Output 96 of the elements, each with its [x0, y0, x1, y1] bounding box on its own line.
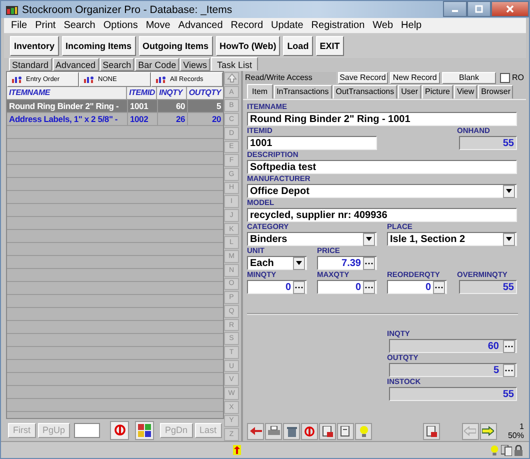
ro-label: RO [512, 73, 524, 82]
input-field[interactable]: Softpedia test [247, 160, 517, 174]
menu-item[interactable]: Search [60, 18, 100, 33]
record-tab[interactable]: OutTransactions [332, 85, 398, 99]
arrow-right-icon[interactable] [480, 422, 497, 440]
table-cell-text: 20 [210, 113, 222, 125]
ellipsis-icon[interactable] [503, 364, 515, 376]
input-field: 55 [389, 387, 517, 401]
lightbulb-icon[interactable] [355, 422, 372, 440]
zoom-level: 50% [508, 431, 524, 440]
record-tab[interactable]: User [398, 85, 422, 99]
input-field[interactable]: 5 [389, 363, 517, 377]
toolbar-button[interactable]: EXIT [316, 36, 344, 56]
menu-item[interactable]: Print [31, 18, 60, 33]
mode-tab[interactable]: Standard [9, 58, 52, 71]
ellipsis-icon[interactable] [503, 340, 515, 352]
lightbulb-icon [490, 444, 499, 456]
toolbar-button[interactable]: Incoming Items [62, 36, 136, 56]
document-icon[interactable] [319, 422, 336, 440]
dropdown-field[interactable]: Each [247, 256, 307, 270]
column-header[interactable]: INQTY [157, 87, 187, 99]
toolbar-button[interactable]: Load [283, 36, 313, 56]
dropdown-field[interactable]: Office Depot [247, 184, 517, 198]
input-field: 55 [459, 136, 517, 150]
menu-item[interactable]: Options [99, 18, 142, 33]
menu-item[interactable]: File [7, 18, 32, 33]
menu-item[interactable]: Update [267, 18, 308, 33]
mode-tab[interactable]: Advanced [52, 58, 99, 71]
menu-item[interactable]: Move [142, 18, 174, 33]
record-tab[interactable]: Browser [478, 85, 514, 99]
ellipsis-icon[interactable] [363, 280, 375, 294]
document-icon[interactable] [337, 422, 354, 440]
record-button[interactable]: Blank [442, 72, 496, 84]
dropdown-field[interactable]: Binders [247, 232, 377, 246]
input-field[interactable]: 1001 [247, 136, 377, 150]
column-header[interactable]: ITEMID [127, 87, 158, 99]
menu-item[interactable]: Web [368, 18, 398, 33]
table-cell: 26 [158, 113, 188, 125]
input-field[interactable]: 0 [387, 280, 447, 294]
toolbar-button[interactable]: Outgoing Items [138, 36, 213, 56]
dropdown-field[interactable]: Isle 1, Section 2 [387, 232, 517, 246]
maximize-icon [474, 5, 484, 13]
color-grid-icon[interactable] [135, 420, 154, 440]
ro-checkbox[interactable] [500, 72, 510, 82]
record-tab[interactable]: InTransactions [274, 85, 332, 99]
mode-tab[interactable]: Search [100, 58, 134, 71]
table-cell: 1002 [128, 113, 158, 125]
documents-icon [501, 444, 512, 456]
mode-tab[interactable]: Bar Code [135, 58, 180, 71]
input-field[interactable]: Round Ring Binder 2" Ring - 1001 [247, 112, 517, 126]
close-icon [505, 5, 515, 13]
input-field[interactable]: 60 [389, 339, 517, 353]
column-header[interactable]: OUTQTY [186, 87, 223, 99]
record-tab[interactable]: Picture [422, 85, 453, 99]
ellipsis-icon[interactable] [433, 280, 445, 294]
record-tab[interactable]: Item [247, 84, 273, 99]
app-icon [6, 4, 18, 16]
input-field: 55 [459, 280, 517, 294]
toolbar-button[interactable]: HowTo (Web) [216, 36, 280, 56]
record-tab[interactable]: View [454, 85, 478, 99]
window-title: Stockroom Organizer Pro - Database: _Items [22, 4, 232, 16]
menu-item[interactable]: Registration [307, 18, 369, 33]
ellipsis-icon[interactable] [363, 256, 375, 270]
table-cell: 60 [158, 100, 188, 112]
sort-icon [156, 76, 166, 83]
sort-icon [84, 76, 94, 83]
table-cell-text: 5 [215, 100, 222, 112]
trash-icon[interactable] [283, 422, 300, 440]
record-button[interactable]: Save Record [338, 72, 388, 84]
lock-icon [514, 444, 523, 456]
record-button[interactable]: New Record [390, 72, 440, 84]
record-position: 1 [520, 422, 524, 431]
maximize-button[interactable] [467, 1, 491, 17]
input-field[interactable]: 7.39 [317, 256, 377, 270]
close-button[interactable] [491, 1, 529, 17]
toolbar-button[interactable]: Inventory [10, 36, 59, 56]
table-cell: Round Ring Binder 2" Ring - [7, 100, 128, 112]
mode-tab[interactable]: Views [180, 58, 210, 71]
input-field[interactable]: 0 [247, 280, 307, 294]
menu-item[interactable]: Help [397, 18, 426, 33]
input-field[interactable]: 0 [317, 280, 377, 294]
menu-item[interactable]: Advanced [174, 18, 227, 33]
input-field[interactable]: recycled, supplier nr: 409936 [247, 208, 517, 222]
record-input[interactable] [74, 422, 100, 438]
menu-item[interactable]: Record [226, 18, 268, 33]
minimize-button[interactable] [443, 1, 467, 17]
table-cell: Address Labels, 1" x 2 5/8" - [7, 113, 128, 125]
print-icon[interactable] [265, 422, 282, 440]
mode-tab[interactable]: Task List [210, 57, 258, 71]
ellipsis-icon[interactable] [293, 280, 305, 294]
access-label: Read/Write Access [245, 72, 336, 84]
table-cell: 1001 [128, 100, 158, 112]
scroll-up-icon[interactable] [224, 72, 239, 85]
column-header[interactable]: ITEMNAME [7, 87, 128, 99]
sort-icon [12, 76, 22, 83]
document-icon[interactable] [423, 422, 440, 440]
